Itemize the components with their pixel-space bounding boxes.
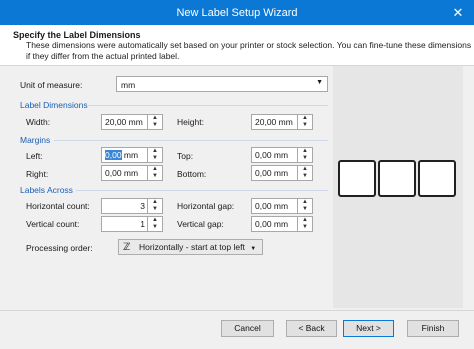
window-title: New Label Setup Wizard — [176, 7, 298, 19]
label-preview-cell — [418, 160, 456, 197]
stepper-buttons: ▲ ▼ — [297, 148, 312, 162]
page-title: Specify the Label Dimensions — [13, 30, 141, 40]
horizontal-gap-label: Horizontal gap: — [177, 201, 235, 211]
page-description: These dimensions were automatically set … — [26, 40, 472, 61]
chevron-down-icon[interactable]: ▼ — [148, 206, 162, 213]
chevron-up-icon[interactable]: ▲ — [298, 217, 312, 224]
horizontal-gap-stepper[interactable]: ▲ ▼ — [251, 198, 313, 214]
chevron-down-icon[interactable]: ▼ — [148, 224, 162, 231]
chevron-up-icon[interactable]: ▲ — [298, 115, 312, 122]
chevron-down-icon: ▼ — [316, 79, 323, 86]
chevron-up-icon[interactable]: ▲ — [298, 199, 312, 206]
chevron-down-icon[interactable]: ▼ — [298, 206, 312, 213]
stepper-buttons: ▲ ▼ — [297, 217, 312, 231]
label-preview-cell — [378, 160, 416, 197]
chevron-up-icon[interactable]: ▲ — [148, 199, 162, 206]
left-margin-stepper[interactable]: 0,00 mm ▲ ▼ — [101, 147, 163, 163]
unit-text: mm — [121, 150, 139, 160]
stepper-buttons: ▲ ▼ — [147, 115, 162, 129]
horizontal-count-label: Horizontal count: — [26, 201, 90, 211]
vertical-gap-stepper[interactable]: ▲ ▼ — [251, 216, 313, 232]
bottom-margin-label: Bottom: — [177, 169, 207, 179]
bottom-margin-stepper[interactable]: ▲ ▼ — [251, 165, 313, 181]
top-margin-input[interactable] — [252, 148, 298, 162]
stepper-buttons: ▲ ▼ — [297, 166, 312, 180]
chevron-down-icon[interactable]: ▼ — [298, 155, 312, 162]
chevron-down-icon[interactable]: ▼ — [148, 155, 162, 162]
top-margin-label: Top: — [177, 151, 194, 161]
wizard-header: Specify the Label Dimensions These dimen… — [0, 25, 474, 66]
stepper-buttons: ▲ ▼ — [147, 199, 162, 213]
chevron-down-icon[interactable]: ▼ — [298, 173, 312, 180]
title-bar: New Label Setup Wizard ✕ — [0, 0, 474, 25]
divider — [76, 190, 328, 191]
height-stepper[interactable]: ▲ ▼ — [251, 114, 313, 130]
chevron-down-icon[interactable]: ▼ — [298, 122, 312, 129]
unit-select[interactable]: mm ▼ — [116, 76, 328, 92]
vertical-gap-label: Vertical gap: — [177, 219, 224, 229]
bottom-margin-input[interactable] — [252, 166, 298, 180]
stepper-buttons: ▲ ▼ — [147, 217, 162, 231]
chevron-down-icon[interactable]: ▼ — [148, 173, 162, 180]
right-margin-label: Right: — [26, 169, 49, 179]
unit-label: Unit of measure: — [20, 80, 83, 90]
vertical-count-label: Vertical count: — [26, 219, 80, 229]
label-preview — [333, 66, 463, 308]
horizontal-count-input[interactable] — [102, 199, 148, 213]
height-label: Height: — [177, 117, 204, 127]
labels-across-heading: Labels Across — [20, 185, 73, 195]
stepper-buttons: ▲ ▼ — [147, 166, 162, 180]
chevron-up-icon[interactable]: ▲ — [298, 166, 312, 173]
right-margin-input[interactable] — [102, 166, 148, 180]
chevron-up-icon[interactable]: ▲ — [148, 115, 162, 122]
chevron-down-icon[interactable]: ▼ — [298, 224, 312, 231]
divider — [54, 140, 328, 141]
close-icon[interactable]: ✕ — [442, 0, 474, 25]
width-input[interactable] — [102, 115, 148, 129]
chevron-up-icon[interactable]: ▲ — [148, 148, 162, 155]
height-input[interactable] — [252, 115, 298, 129]
width-stepper[interactable]: ▲ ▼ — [101, 114, 163, 130]
horizontal-count-stepper[interactable]: ▲ ▼ — [101, 198, 163, 214]
wizard-footer: Cancel < Back Next > Finish — [0, 310, 474, 349]
finish-button[interactable]: Finish — [407, 320, 459, 337]
chevron-up-icon[interactable]: ▲ — [148, 217, 162, 224]
margins-heading: Margins — [20, 135, 51, 145]
stepper-buttons: ▲ ▼ — [297, 199, 312, 213]
processing-order-dropdown[interactable]: ℤ Horizontally - start at top left ▼ — [118, 239, 264, 255]
chevron-down-icon[interactable]: ▼ — [148, 122, 162, 129]
vertical-count-stepper[interactable]: ▲ ▼ — [101, 216, 163, 232]
unit-select-value: mm — [121, 80, 136, 90]
chevron-up-icon[interactable]: ▲ — [298, 148, 312, 155]
processing-order-value: Horizontally - start at top left — [139, 242, 245, 252]
vertical-gap-input[interactable] — [252, 217, 298, 231]
chevron-down-icon: ▼ — [250, 246, 257, 252]
horizontal-gap-input[interactable] — [252, 199, 298, 213]
divider — [88, 105, 328, 106]
wizard-content: Unit of measure: mm ▼ Label Dimensions W… — [0, 66, 474, 310]
cancel-button[interactable]: Cancel — [221, 320, 274, 337]
z-order-icon: ℤ — [123, 242, 131, 253]
processing-order-label: Processing order: — [26, 243, 93, 253]
width-label: Width: — [26, 117, 51, 127]
stepper-buttons: ▲ ▼ — [297, 115, 312, 129]
right-margin-stepper[interactable]: ▲ ▼ — [101, 165, 163, 181]
left-margin-input[interactable]: 0,00 mm — [105, 150, 138, 160]
label-preview-cell — [338, 160, 376, 197]
left-margin-label: Left: — [26, 151, 43, 161]
selected-text: 0,00 — [105, 150, 122, 160]
back-button[interactable]: < Back — [286, 320, 337, 337]
label-dimensions-heading: Label Dimensions — [20, 100, 88, 110]
next-button[interactable]: Next > — [343, 320, 394, 337]
stepper-buttons: ▲ ▼ — [147, 148, 162, 162]
top-margin-stepper[interactable]: ▲ ▼ — [251, 147, 313, 163]
chevron-up-icon[interactable]: ▲ — [148, 166, 162, 173]
vertical-count-input[interactable] — [102, 217, 148, 231]
